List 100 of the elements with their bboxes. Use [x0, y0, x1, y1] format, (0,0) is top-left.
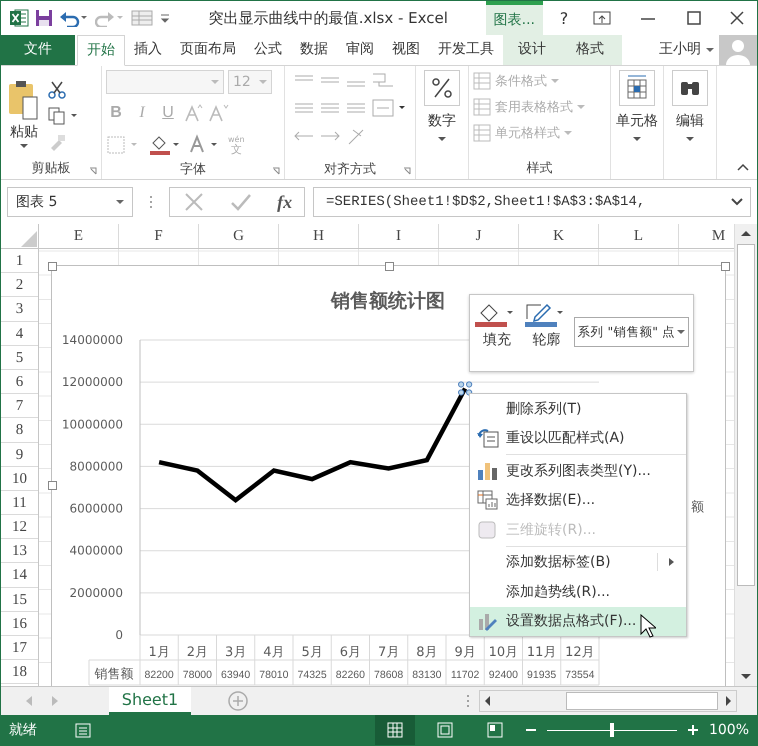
menu-item[interactable]: 更改系列图表类型(Y)...: [470, 456, 686, 486]
column-header[interactable]: H: [279, 224, 359, 248]
expand-icon[interactable]: [730, 197, 744, 207]
table-style-icon: [473, 72, 491, 90]
data-table-cell: 82260: [336, 669, 365, 681]
menu-item[interactable]: 选择数据(E)...: [470, 486, 686, 515]
view-button[interactable]: [374, 715, 415, 745]
zoom-in-icon[interactable]: [686, 724, 699, 736]
row-header[interactable]: 14: [1, 563, 38, 588]
paste-button[interactable]: 粘贴: [5, 74, 43, 152]
category-label: 2月: [186, 645, 208, 660]
ribbon-tab[interactable]: 公式: [245, 35, 291, 65]
column-header[interactable]: E: [39, 224, 119, 248]
resize-handle[interactable]: [721, 262, 730, 271]
user-name[interactable]: 王小明: [655, 35, 705, 65]
row-header[interactable]: 11: [1, 490, 38, 516]
chart-title: 销售额统计图: [329, 289, 446, 314]
row-header[interactable]: 5: [1, 346, 38, 370]
category-label: 7月: [378, 645, 400, 660]
row-header[interactable]: 4: [1, 322, 38, 346]
row-header[interactable]: 3: [1, 297, 38, 322]
column-header[interactable]: K: [519, 224, 599, 248]
row-header[interactable]: 18: [1, 660, 38, 684]
category-label: 6月: [340, 645, 362, 660]
column-header[interactable]: G: [199, 224, 279, 248]
row-header[interactable]: 16: [1, 612, 38, 636]
save-icon[interactable]: [35, 9, 53, 27]
row-header[interactable]: 9: [1, 442, 38, 467]
ribbon-tab[interactable]: 数据: [291, 35, 337, 65]
column-header[interactable]: I: [359, 224, 439, 248]
redo-icon[interactable]: [95, 9, 125, 27]
cut-icon[interactable]: [47, 80, 67, 100]
percent-icon: [424, 70, 460, 106]
horizontal-scrollbar[interactable]: [479, 690, 737, 712]
zoom-level[interactable]: 100%: [708, 722, 749, 738]
fill-button[interactable]: 填充: [474, 303, 520, 349]
row-header[interactable]: 17: [1, 636, 38, 660]
reset-style-icon: [477, 428, 499, 448]
form-icon[interactable]: [131, 9, 153, 27]
copy-icon[interactable]: [47, 106, 79, 126]
format-point-icon: [477, 611, 499, 632]
undo-icon[interactable]: [59, 9, 89, 27]
add-sheet-icon[interactable]: [227, 690, 249, 712]
ribbon-button[interactable]: 单元格: [616, 70, 658, 157]
resize-handle[interactable]: [384, 262, 394, 271]
macro-record-icon[interactable]: [75, 721, 93, 739]
category-label: 9月: [454, 645, 476, 660]
caret-icon: [438, 136, 446, 142]
column-header[interactable]: J: [439, 224, 519, 248]
row-header[interactable]: 8: [1, 418, 38, 442]
row-header[interactable]: 10: [1, 466, 38, 491]
data-line[interactable]: [158, 387, 468, 503]
ribbon-tab[interactable]: 审阅: [337, 35, 383, 65]
sheet-tab[interactable]: Sheet1: [109, 687, 191, 715]
page-layout-icon: [436, 722, 453, 738]
caret-icon: [686, 136, 694, 142]
status-text: 就绪: [9, 721, 37, 739]
row-header[interactable]: 7: [1, 394, 38, 418]
ribbon-tab[interactable]: 插入: [125, 35, 171, 65]
resize-handle[interactable]: [48, 481, 57, 490]
collapse-ribbon-icon[interactable]: [737, 163, 749, 171]
scroll-thumb[interactable]: [737, 244, 755, 586]
caret-icon: [676, 329, 685, 335]
context-tab[interactable]: 设计: [503, 35, 561, 65]
ribbon-tab[interactable]: 开始: [77, 35, 125, 66]
row-header[interactable]: 13: [1, 539, 38, 564]
ribbon-tab[interactable]: 视图: [383, 35, 429, 65]
data-table-cell: 11702: [450, 669, 480, 681]
row-header[interactable]: 1: [1, 249, 38, 274]
outline-button[interactable]: 轮廓: [524, 303, 570, 349]
ribbon-tab[interactable]: 开发工具: [429, 35, 503, 65]
chart-element-dropdown[interactable]: 系列 "销售额" 点: [574, 317, 689, 347]
axis-tick-label: 0: [115, 628, 123, 642]
row-header[interactable]: 6: [1, 370, 38, 394]
ribbon-button[interactable]: 数字: [424, 70, 460, 157]
row-header[interactable]: 2: [1, 273, 38, 298]
formula-field[interactable]: =SERIES(Sheet1!$D$2,Sheet1!$A$3:$A$14,: [313, 187, 751, 217]
column-header[interactable]: F: [119, 224, 199, 248]
row-header[interactable]: 12: [1, 515, 38, 540]
context-tab[interactable]: 格式: [561, 35, 622, 65]
column-header[interactable]: L: [599, 224, 679, 248]
menu-item[interactable]: 重设以匹配样式(A): [470, 424, 686, 453]
caret-icon: [116, 199, 124, 205]
name-box[interactable]: 图表 5: [7, 187, 133, 217]
menu-item[interactable]: 设置数据点格式(F)...: [470, 606, 686, 636]
ribbon-tab[interactable]: 页面布局: [171, 35, 245, 65]
ribbon-button[interactable]: 编辑: [672, 70, 708, 157]
menu-item[interactable]: 添加趋势线(R)...: [470, 577, 686, 606]
help-button[interactable]: ?: [549, 8, 579, 28]
insert-function-button[interactable]: fx: [277, 192, 292, 212]
file-tab[interactable]: 文件: [1, 35, 75, 65]
group-label: 剪贴板: [32, 160, 70, 177]
enter-icon[interactable]: [229, 192, 254, 212]
data-table-label: 销售额: [94, 667, 134, 682]
dialog-launcher-icon[interactable]: [89, 167, 97, 175]
row-header[interactable]: 15: [1, 588, 38, 612]
menu-item[interactable]: 删除系列(T): [470, 394, 686, 424]
menu-item[interactable]: 添加数据标签(B): [470, 548, 686, 577]
resize-handle[interactable]: [48, 262, 57, 271]
point-selection-icon[interactable]: [458, 381, 472, 396]
